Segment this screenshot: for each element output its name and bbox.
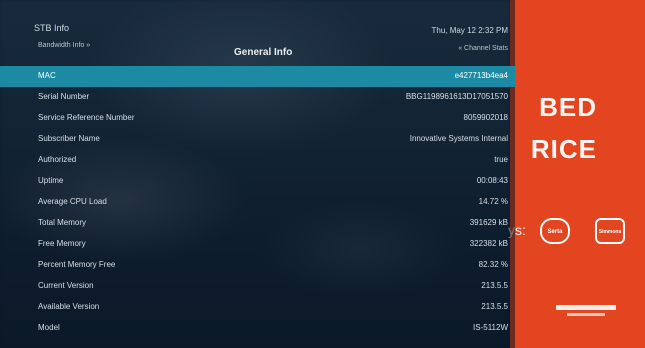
info-row-value: 8059902018	[463, 113, 509, 122]
info-row-value: true	[494, 155, 508, 164]
channel-stats-link[interactable]: « Channel Stats	[458, 45, 508, 52]
ad-headline-line2: RICE	[530, 134, 597, 164]
info-row[interactable]: Available Version 213.5.5	[0, 297, 515, 318]
info-row-value: 00:08:43	[476, 176, 508, 185]
info-row[interactable]: Free Memory 322382 kB	[0, 234, 515, 255]
simmons-logo-icon: Simmons	[595, 218, 625, 244]
info-row-label: Uptime	[38, 176, 64, 185]
info-row-value: 213.5.5	[481, 281, 508, 290]
info-row[interactable]: Average CPU Load 14.72 %	[0, 192, 515, 213]
info-row[interactable]: Subscriber Name Innovative Systems Intern…	[0, 129, 515, 150]
serta-logo-icon: Serta	[540, 218, 570, 244]
info-row-label: Average CPU Load	[38, 197, 107, 206]
info-row[interactable]: Total Memory 391629 kB	[0, 213, 515, 234]
ad-headline-line1: BED	[539, 92, 597, 122]
info-row-value: 82.32 %	[478, 260, 508, 269]
info-row-label: Percent Memory Free	[38, 260, 116, 269]
info-row-label: MAC	[38, 71, 56, 80]
info-row-label: Total Memory	[38, 218, 87, 227]
info-row-value: 322382 kB	[469, 239, 508, 248]
menu-title: STB Info	[34, 23, 70, 33]
info-row-label: Current Version	[38, 281, 94, 290]
info-row-value: BBG1198961613D17051570	[405, 92, 508, 101]
stb-screen: BED RICE ys: Serta Simmons STB Info Band…	[0, 0, 645, 348]
info-row[interactable]: Current Version 213.5.5	[0, 276, 515, 297]
info-row[interactable]: Service Reference Number 8059902018	[0, 108, 515, 129]
info-row-value: 213.5.5	[481, 302, 508, 311]
info-row-label: Service Reference Number	[38, 113, 135, 122]
info-row[interactable]: Authorized true	[0, 150, 515, 171]
info-row-label: Model	[38, 323, 60, 332]
info-row-label: Available Version	[38, 302, 100, 311]
info-row[interactable]: MAC e427713b4ea4	[0, 66, 515, 87]
info-row-value: Innovative Systems Internal	[409, 134, 508, 143]
info-row-value: e427713b4ea4	[454, 71, 508, 80]
info-row-label: Serial Number	[38, 92, 90, 101]
info-row-value: 14.72 %	[478, 197, 508, 206]
info-row-label: Authorized	[38, 155, 77, 164]
mattress-brand-logo	[556, 305, 616, 319]
section-title: General Info	[234, 47, 293, 58]
info-row[interactable]: Serial Number BBG1198961613D17051570	[0, 87, 515, 108]
info-row-value: 391629 kB	[469, 218, 508, 227]
datetime-display: Thu, May 12 2:32 PM	[431, 26, 508, 35]
info-row[interactable]: Percent Memory Free 82.32 %	[0, 255, 515, 276]
info-row-value: IS-5112W	[473, 323, 508, 332]
info-row[interactable]: Model IS-5112W	[0, 318, 515, 339]
info-row-label: Free Memory	[38, 239, 86, 248]
ad-banner	[510, 0, 645, 348]
info-row-label: Subscriber Name	[38, 134, 100, 143]
info-list: MAC e427713b4ea4 Serial Number BBG119896161…	[0, 66, 515, 339]
bandwidth-info-link[interactable]: Bandwidth Info »	[38, 42, 90, 49]
info-row[interactable]: Uptime 00:08:43	[0, 171, 515, 192]
